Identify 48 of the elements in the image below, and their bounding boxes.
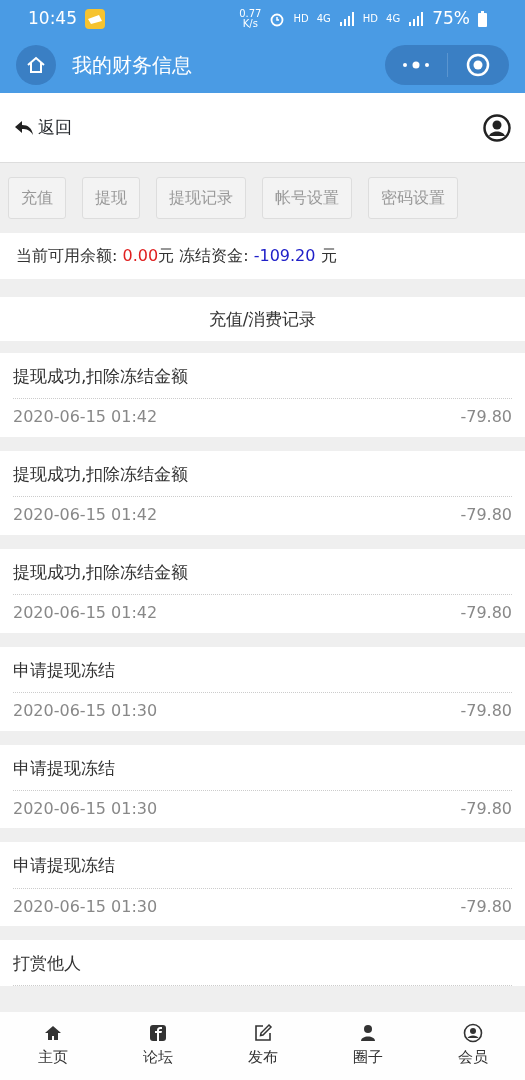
app-notification-icon: [85, 8, 105, 29]
user-circle-icon: [462, 1023, 483, 1044]
record-time: 2020-06-15 01:42: [13, 505, 158, 526]
record-title: 提现成功,扣除冻结金额: [13, 560, 190, 584]
tab-item[interactable]: 圈子: [315, 1012, 420, 1080]
balance-text: 当前可用余额: 0.00元 冻结资金: -109.20 元: [0, 233, 525, 279]
section-title: 充值/消费记录: [0, 297, 525, 341]
record-title: 提现成功,扣除冻结金额: [13, 462, 190, 486]
record-amount: -79.80: [460, 700, 512, 722]
signal-icon: [408, 11, 425, 26]
edit-icon: [252, 1023, 273, 1044]
record-title: 申请提现冻结: [13, 658, 116, 682]
network-text: 4G: [386, 12, 401, 26]
record-time: 2020-06-15 01:30: [13, 700, 158, 722]
record-time: 2020-06-15 01:42: [13, 407, 158, 428]
battery-icon: [478, 10, 487, 27]
signal-icon: [338, 11, 355, 26]
record-title: 申请提现冻结: [13, 854, 116, 878]
record-time: 2020-06-15 01:30: [13, 798, 158, 820]
record-time: 2020-06-15 01:30: [13, 896, 158, 918]
record-title: 打赏他人: [13, 952, 82, 976]
tab-item[interactable]: 主页: [0, 1012, 105, 1080]
record-title: 提现成功,扣除冻结金额: [13, 365, 190, 388]
hd-text: HD: [293, 12, 309, 26]
tab-item[interactable]: 发布: [210, 1012, 315, 1080]
user-icon[interactable]: [483, 113, 511, 142]
back-link[interactable]: 返回: [14, 114, 72, 141]
record-title: 申请提现冻结: [13, 756, 116, 780]
record-time: 2020-06-15 01:42: [13, 602, 158, 624]
home-icon: [26, 55, 46, 75]
tab-item[interactable]: 会员: [420, 1012, 525, 1080]
record-amount: -79.80: [460, 896, 512, 918]
record-amount: -79.80: [460, 505, 512, 526]
tab-item[interactable]: 论坛: [105, 1012, 210, 1080]
page-title: 我的财务信息: [72, 52, 192, 79]
record-amount: -79.80: [460, 407, 512, 428]
facebook-square-icon: [147, 1023, 168, 1044]
battery-text: 75%: [432, 6, 470, 30]
network-speed-text: 0.77 K/s: [239, 8, 262, 29]
record-amount: -79.80: [460, 602, 512, 624]
home-button[interactable]: [16, 45, 56, 85]
close-icon: [466, 53, 491, 77]
time-text: 10:45: [28, 6, 77, 30]
record-amount: -79.80: [460, 798, 512, 820]
hd-text: HD: [362, 12, 379, 26]
back-arrow-icon: [14, 119, 34, 136]
more-icon: [400, 61, 431, 69]
network-text: 4G: [316, 12, 331, 26]
